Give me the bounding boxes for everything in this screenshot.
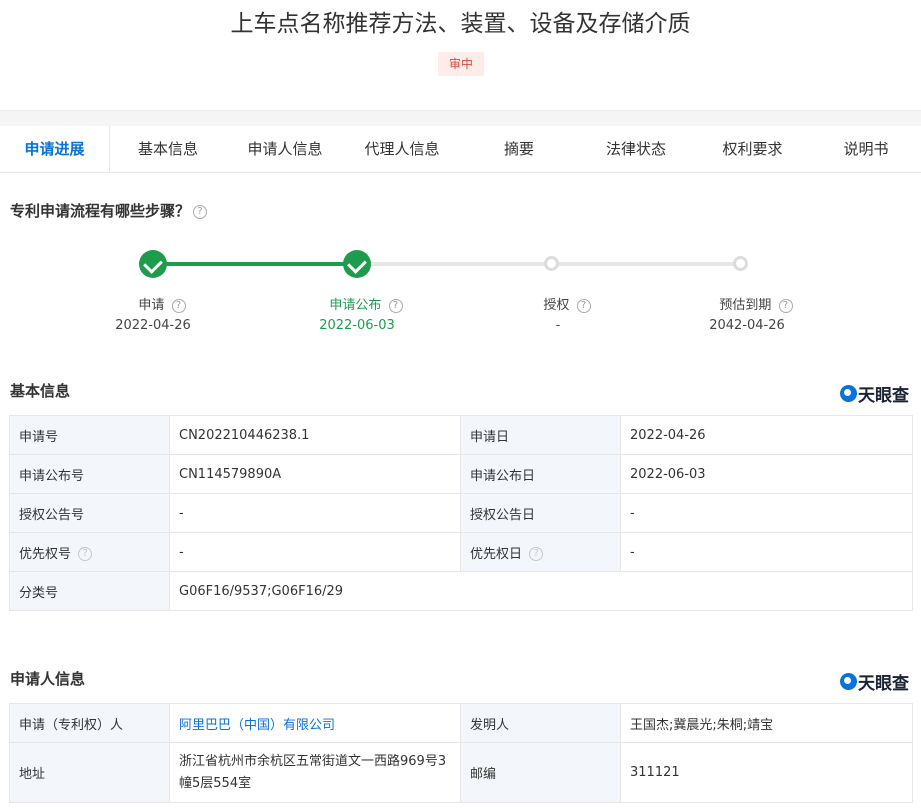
progress-title-text: 专利申请流程有哪些步骤？ [10, 202, 191, 220]
tab-agent-info[interactable]: 代理人信息 [344, 126, 460, 172]
cell-value: 阿里巴巴（中国）有限公司 [169, 703, 461, 743]
cell-key: 授权公告日 [460, 493, 621, 533]
cell-key: 申请公布号 [9, 454, 170, 494]
table-row: 申请公布号 CN114579890A 申请公布日 2022-06-03 [9, 454, 913, 494]
cell-key: 发明人 [460, 703, 621, 743]
table-row: 分类号 G06F16/9537;G06F16/29 [9, 571, 913, 611]
tianyancha-logo: 天眼查 [840, 669, 909, 694]
cell-key: 申请号 [9, 415, 170, 455]
step-2-label: 申请公布 ? [286, 294, 446, 313]
help-icon[interactable]: ? [388, 298, 403, 313]
table-row: 地址 浙江省杭州市余杭区五常街道文一西路969号3幢5层554室 邮编 3111… [9, 742, 913, 803]
tianyancha-logo-icon [840, 385, 857, 402]
help-icon[interactable]: ? [193, 204, 208, 219]
cell-value: - [620, 493, 913, 533]
step-1-check-icon [139, 250, 167, 278]
cell-key: 申请公布日 [460, 454, 621, 494]
cell-value: - [169, 493, 461, 533]
step-4-date: 2042-04-26 [709, 318, 785, 333]
applicant-link[interactable]: 阿里巴巴（中国）有限公司 [179, 718, 335, 733]
cell-value: - [620, 532, 913, 572]
cell-value: 2022-04-26 [620, 415, 913, 455]
step-4-label: 预估到期 ? [676, 294, 836, 313]
help-icon[interactable]: ? [576, 298, 591, 313]
cell-key: 申请日 [460, 415, 621, 455]
tianyancha-logo: 天眼查 [840, 381, 909, 406]
tab-description[interactable]: 说明书 [811, 126, 921, 172]
progress-section-title: 专利申请流程有哪些步骤？? [10, 200, 208, 221]
cell-key: 邮编 [460, 742, 621, 803]
cell-key: 地址 [9, 742, 170, 803]
tab-bar: 申请进展 基本信息 申请人信息 代理人信息 摘要 法律状态 权利要求 说明书 [0, 126, 921, 173]
tab-basic-info[interactable]: 基本信息 [110, 126, 226, 172]
tab-claims[interactable]: 权利要求 [694, 126, 811, 172]
table-row: 授权公告号 - 授权公告日 - [9, 493, 913, 533]
table-row: 申请号 CN202210446238.1 申请日 2022-04-26 [9, 415, 913, 455]
help-icon[interactable]: ? [529, 547, 544, 561]
applicant-info-title: 申请人信息 [10, 670, 86, 688]
cell-key: 申请（专利权）人 [9, 703, 170, 743]
cell-value: 311121 [620, 742, 913, 803]
progress-track-done [153, 262, 357, 266]
step-2-check-icon [343, 250, 371, 278]
help-icon[interactable]: ? [778, 298, 793, 313]
applicant-info-table: 申请（专利权）人 阿里巴巴（中国）有限公司 发明人 王国杰;冀晨光;朱桐;靖宝 … [9, 703, 913, 803]
cell-value: 王国杰;冀晨光;朱桐;靖宝 [620, 703, 913, 743]
section-divider [0, 110, 921, 126]
cell-key: 分类号 [9, 571, 170, 611]
cell-key: 优先权日 ? [460, 532, 621, 572]
tab-legal-status[interactable]: 法律状态 [578, 126, 694, 172]
cell-value: - [169, 532, 461, 572]
step-1-label: 申请 ? [82, 294, 242, 313]
step-3-pending-icon [544, 256, 559, 271]
tianyancha-logo-icon [840, 673, 857, 690]
table-row: 优先权号 ? - 优先权日 ? - [9, 532, 913, 572]
step-3-date: - [555, 318, 561, 333]
step-2-date: 2022-06-03 [319, 318, 395, 333]
progress-steps: 申请 ? 2022-04-26 申请公布 ? 2022-06-03 授权 ? -… [0, 248, 921, 338]
help-icon[interactable]: ? [171, 298, 186, 313]
tab-abstract[interactable]: 摘要 [460, 126, 578, 172]
basic-info-table: 申请号 CN202210446238.1 申请日 2022-04-26 申请公布… [9, 415, 913, 611]
page-title: 上车点名称推荐方法、装置、设备及存储介质 [230, 11, 691, 37]
cell-key: 授权公告号 [9, 493, 170, 533]
help-icon[interactable]: ? [78, 547, 93, 561]
step-3-label: 授权 ? [487, 294, 647, 313]
cell-key: 优先权号 ? [9, 532, 170, 572]
cell-value: 浙江省杭州市余杭区五常街道文一西路969号3幢5层554室 [169, 742, 461, 803]
cell-value: 2022-06-03 [620, 454, 913, 494]
cell-value: G06F16/9537;G06F16/29 [169, 571, 913, 611]
step-4-pending-icon [733, 256, 748, 271]
tab-applicant-info[interactable]: 申请人信息 [226, 126, 344, 172]
basic-info-title: 基本信息 [10, 382, 71, 400]
table-row: 申请（专利权）人 阿里巴巴（中国）有限公司 发明人 王国杰;冀晨光;朱桐;靖宝 [9, 703, 913, 743]
cell-value: CN114579890A [169, 454, 461, 494]
cell-value: CN202210446238.1 [169, 415, 461, 455]
status-badge: 审中 [438, 52, 484, 76]
tab-progress[interactable]: 申请进展 [0, 126, 110, 172]
step-1-date: 2022-04-26 [115, 318, 191, 333]
